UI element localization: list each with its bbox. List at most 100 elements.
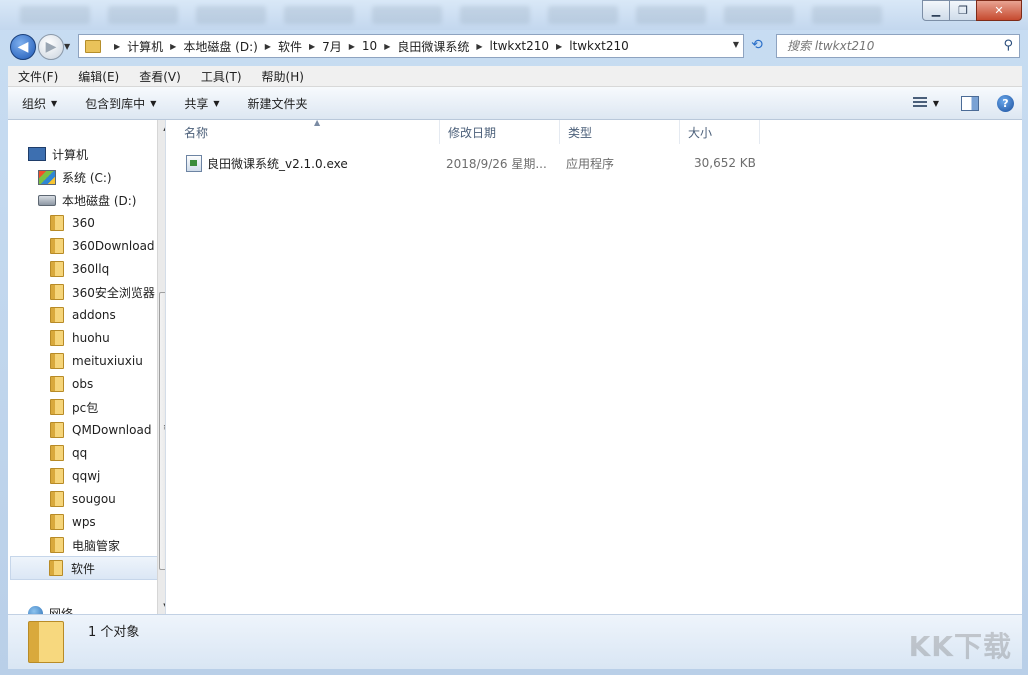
chevron-right-icon[interactable]: ▶ xyxy=(384,42,390,51)
tree-item-network[interactable]: 网络 xyxy=(28,602,73,614)
tree-item-drive-d[interactable]: 本地磁盘 (D:) xyxy=(38,189,136,211)
scroll-up-icon[interactable]: ▲ xyxy=(158,120,166,136)
new-folder-label: 新建文件夹 xyxy=(248,95,308,112)
search-icon[interactable]: ⚲ xyxy=(1003,38,1013,53)
tree-item-label: 360 xyxy=(72,216,95,230)
chevron-right-icon[interactable]: ▶ xyxy=(309,42,315,51)
folder-icon xyxy=(50,537,64,553)
tree-item-label: sougou xyxy=(72,492,116,506)
help-icon[interactable]: ? xyxy=(997,95,1014,112)
file-row[interactable]: 良田微课系统_v2.1.0.exe 2018/9/26 星期... 应用程序 3… xyxy=(166,153,766,173)
tree-item-label: 系统 (C:) xyxy=(62,169,112,186)
tree-item-folder[interactable]: huohu xyxy=(50,327,110,349)
address-dropdown[interactable]: ▼ xyxy=(733,40,739,49)
tree-item-folder[interactable]: addons xyxy=(50,304,116,326)
chevron-right-icon[interactable]: ▶ xyxy=(556,42,562,51)
breadcrumb-item[interactable]: 本地磁盘 (D:) xyxy=(183,38,257,55)
search-input[interactable] xyxy=(785,38,989,54)
include-library-button[interactable]: 包含到库中▼ xyxy=(71,95,170,112)
tree-item-folder[interactable]: wps xyxy=(50,511,96,533)
watermark: KK下载 xyxy=(909,625,1012,665)
tree-item-label: 本地磁盘 (D:) xyxy=(62,192,136,209)
organize-label: 组织 xyxy=(22,95,46,112)
forward-button[interactable]: ▶ xyxy=(38,34,64,60)
tree-item-folder[interactable]: qqwj xyxy=(50,465,100,487)
tree-item-folder[interactable]: 360Download xyxy=(50,235,155,257)
chevron-down-icon: ▼ xyxy=(51,99,57,108)
breadcrumb-item[interactable]: 软件 xyxy=(278,38,302,55)
scroll-down-icon[interactable]: ▼ xyxy=(158,598,166,614)
breadcrumb-item[interactable]: ltwkxt210 xyxy=(490,39,550,53)
refresh-button[interactable]: ⟲ xyxy=(745,34,769,56)
new-folder-button[interactable]: 新建文件夹 xyxy=(234,95,322,112)
tree-item-folder[interactable]: sougou xyxy=(50,488,116,510)
chevron-right-icon[interactable]: ▶ xyxy=(170,42,176,51)
folder-icon xyxy=(50,284,64,300)
tree-item-folder[interactable]: pc包 xyxy=(50,396,98,418)
folder-icon xyxy=(50,307,64,323)
tree-item-label: QMDownload xyxy=(72,423,151,437)
recent-pages-dropdown[interactable]: ▼ xyxy=(64,42,70,51)
folder-icon xyxy=(50,238,64,254)
preview-pane-icon[interactable] xyxy=(961,96,979,111)
tree-item-label: huohu xyxy=(72,331,110,345)
breadcrumb-item[interactable]: 10 xyxy=(362,39,377,53)
share-button[interactable]: 共享 ▼ xyxy=(170,95,233,112)
tree-item-label: obs xyxy=(72,377,93,391)
tree-item-label: 网络 xyxy=(49,605,73,615)
nav-scrollbar[interactable]: ▲ ≡ ▼ xyxy=(157,120,166,614)
menu-help[interactable]: 帮助(H) xyxy=(252,68,314,85)
tree-item-label: 电脑管家 xyxy=(72,537,120,554)
item-count: 1 个对象 xyxy=(88,621,139,640)
tree-item-folder-selected[interactable]: 软件 xyxy=(10,556,166,580)
menu-file[interactable]: 文件(F) xyxy=(8,68,68,85)
maximize-button[interactable]: ❐ xyxy=(949,0,977,21)
address-bar[interactable]: ▶ 计算机 ▶ 本地磁盘 (D:) ▶ 软件 ▶ 7月 ▶ 10 ▶ 良田微课系… xyxy=(78,34,744,58)
column-header-size[interactable]: 大小 xyxy=(680,120,760,144)
chevron-right-icon[interactable]: ▶ xyxy=(476,42,482,51)
tree-item-label: 360llq xyxy=(72,262,109,276)
tree-item-folder[interactable]: QMDownload xyxy=(50,419,151,441)
breadcrumb-item[interactable]: 7月 xyxy=(322,38,342,55)
tree-item-folder[interactable]: 电脑管家 xyxy=(50,534,120,556)
organize-button[interactable]: 组织 ▼ xyxy=(8,95,71,112)
tree-item-drive-c[interactable]: 系统 (C:) xyxy=(38,166,112,188)
tree-item-label: 计算机 xyxy=(52,146,88,163)
scroll-thumb[interactable]: ≡ xyxy=(159,292,166,570)
tree-item-folder[interactable]: 360 xyxy=(50,212,95,234)
application-icon xyxy=(186,155,202,172)
computer-icon xyxy=(28,147,46,161)
chevron-down-icon: ▼ xyxy=(213,99,219,108)
share-label: 共享 xyxy=(184,95,208,112)
back-button[interactable]: ◀ xyxy=(10,34,36,60)
minimize-button[interactable]: ▁ xyxy=(922,0,950,21)
chevron-right-icon[interactable]: ▶ xyxy=(349,42,355,51)
chevron-right-icon[interactable]: ▶ xyxy=(265,42,271,51)
breadcrumb-item[interactable]: 良田微课系统 xyxy=(397,38,469,55)
folder-icon xyxy=(85,40,101,53)
menu-view[interactable]: 查看(V) xyxy=(129,68,191,85)
column-label: 修改日期 xyxy=(448,124,496,141)
breadcrumb-item[interactable]: ltwkxt210 xyxy=(569,39,629,53)
tree-item-folder[interactable]: meituxiuxiu xyxy=(50,350,143,372)
chevron-right-icon[interactable]: ▶ xyxy=(114,42,120,51)
folder-icon xyxy=(50,215,64,231)
column-header-name[interactable]: 名称 ▲ xyxy=(176,120,440,144)
column-header-modified[interactable]: 修改日期 xyxy=(440,120,560,144)
menu-bar: 文件(F) 编辑(E) 查看(V) 工具(T) 帮助(H) xyxy=(8,66,1022,87)
column-header-type[interactable]: 类型 xyxy=(560,120,680,144)
chevron-down-icon[interactable]: ▼ xyxy=(933,99,939,108)
tree-item-folder[interactable]: obs xyxy=(50,373,93,395)
folder-icon xyxy=(50,468,64,484)
tree-item-folder[interactable]: qq xyxy=(50,442,87,464)
tree-item-folder[interactable]: 360llq xyxy=(50,258,109,280)
close-button[interactable]: ✕ xyxy=(976,0,1022,21)
file-name: 良田微课系统_v2.1.0.exe xyxy=(207,155,348,172)
tree-item-folder[interactable]: 360安全浏览器 xyxy=(50,281,155,303)
menu-tools[interactable]: 工具(T) xyxy=(191,68,252,85)
breadcrumb-item[interactable]: 计算机 xyxy=(127,38,163,55)
menu-edit[interactable]: 编辑(E) xyxy=(68,68,129,85)
tree-item-computer[interactable]: 计算机 xyxy=(28,143,88,165)
title-bar: ▁ ❐ ✕ xyxy=(0,0,1028,30)
view-options-icon[interactable] xyxy=(913,97,927,109)
